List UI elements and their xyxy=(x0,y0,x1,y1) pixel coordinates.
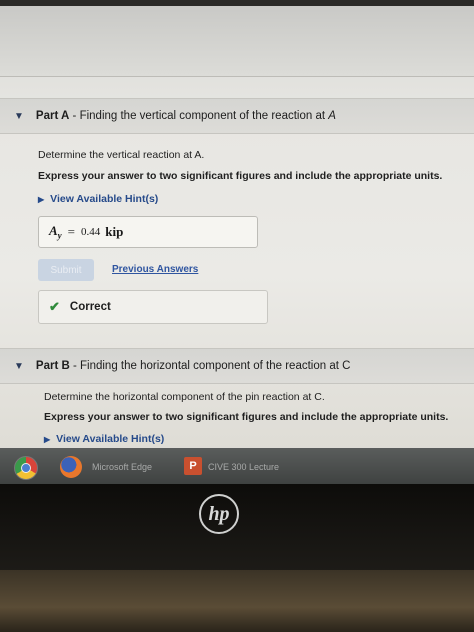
part-a-title: Part A - Finding the vertical component … xyxy=(35,110,336,122)
part-b-hint-toggle[interactable]: ▶ View Available Hint(s) xyxy=(44,433,164,445)
part-a-question: Determine the vertical reaction at A. xyxy=(38,149,205,161)
answer-equals: = xyxy=(67,224,76,239)
part-b-question: Determine the horizontal component of th… xyxy=(44,391,325,403)
taskbar-item-label[interactable]: CIVE 300 Lecture xyxy=(208,462,279,472)
firefox-icon[interactable] xyxy=(60,456,82,478)
browser-screen: ▼ Part A - Finding the vertical componen… xyxy=(0,6,474,454)
powerpoint-icon[interactable]: P xyxy=(184,457,202,475)
page-top-band xyxy=(0,6,474,77)
laptop-hinge xyxy=(0,570,474,632)
hint-label: View Available Hint(s) xyxy=(56,433,165,445)
part-a-instruction: Express your answer to two significant f… xyxy=(38,170,443,182)
part-b-instruction: Express your answer to two significant f… xyxy=(44,411,449,423)
part-a-hint-toggle[interactable]: ▶ View Available Hint(s) xyxy=(38,193,158,205)
expand-triangle-icon: ▶ xyxy=(44,435,51,444)
correct-label: Correct xyxy=(69,301,111,313)
part-a-answer-field[interactable]: Ay = 0.44 kip xyxy=(38,216,258,248)
checkmark-icon: ✔ xyxy=(49,299,60,314)
answer-unit: kip xyxy=(105,224,124,239)
taskbar-item-label[interactable]: Microsoft Edge xyxy=(92,462,152,472)
collapse-caret-icon[interactable]: ▼ xyxy=(14,111,24,122)
hp-logo: hp xyxy=(199,494,239,534)
correct-feedback: ✔ Correct xyxy=(38,290,268,324)
collapse-caret-icon[interactable]: ▼ xyxy=(14,361,24,372)
hint-label: View Available Hint(s) xyxy=(50,193,159,205)
submit-button[interactable]: Submit xyxy=(38,259,94,281)
answer-value: 0.44 xyxy=(81,226,101,238)
part-b-header[interactable]: ▼ Part B - Finding the horizontal compon… xyxy=(0,348,474,384)
previous-answers-link[interactable]: Previous Answers xyxy=(112,264,198,275)
answer-variable: Ay xyxy=(49,223,62,241)
expand-triangle-icon: ▶ xyxy=(38,195,45,204)
part-a-header[interactable]: ▼ Part A - Finding the vertical componen… xyxy=(0,98,474,134)
part-b-title: Part B - Finding the horizontal componen… xyxy=(35,360,351,372)
chrome-icon[interactable] xyxy=(14,456,38,480)
